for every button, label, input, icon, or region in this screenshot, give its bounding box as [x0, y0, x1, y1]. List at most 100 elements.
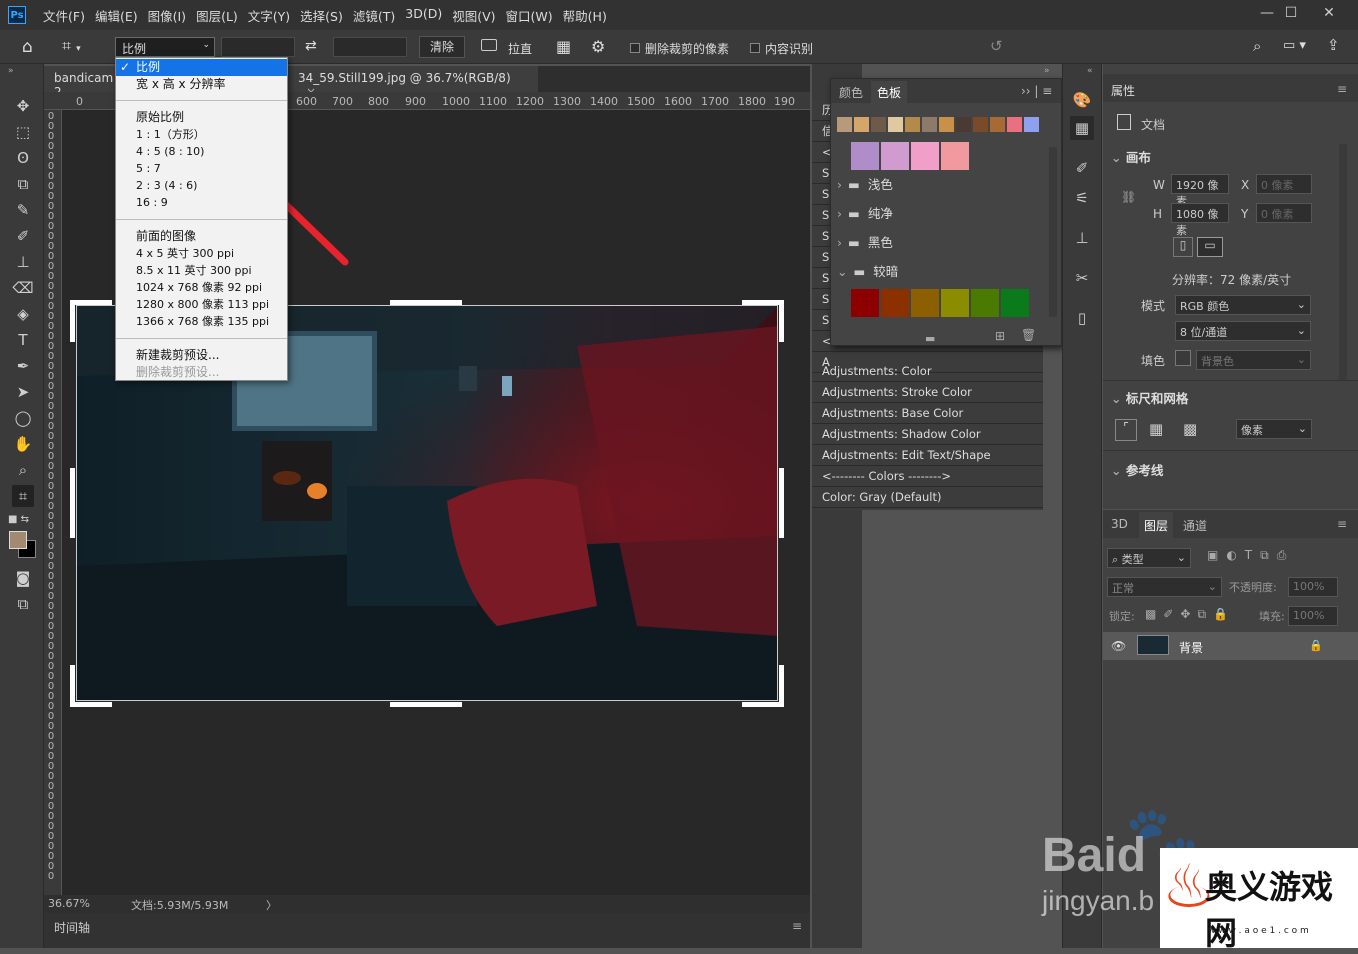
menu-item[interactable]: 图层(L) — [191, 6, 243, 25]
crop-tool-icon[interactable]: ⌗ — [12, 485, 34, 507]
path-select-tool-icon[interactable]: ➤ — [12, 381, 34, 403]
fill-select[interactable]: 背景色 ⌄ — [1196, 350, 1311, 370]
eye-icon[interactable]: 👁 — [1111, 639, 1126, 653]
timeline-tab[interactable]: 时间轴 — [54, 919, 90, 936]
menu-item[interactable]: 文件(F) — [38, 6, 90, 25]
brush-tool-icon[interactable]: ✐ — [12, 225, 34, 247]
object-select-tool-icon[interactable]: ⧉ — [12, 173, 34, 195]
depth-select[interactable]: 8 位/通道 ⌄ — [1175, 321, 1311, 341]
dropdown-item-ratio[interactable]: ✓ 比例 — [116, 59, 287, 76]
crop-handle-right[interactable] — [779, 468, 784, 538]
properties-scrollbar[interactable] — [1339, 144, 1347, 380]
properties-menu-icon[interactable]: ≡ — [1337, 82, 1347, 96]
ruler-icon[interactable]: ⌜ — [1115, 419, 1137, 441]
menu-item[interactable]: 3D(D) — [400, 6, 447, 25]
action-row[interactable]: Color: Gray (Default) — [812, 487, 1043, 508]
dropdown-item-5-7[interactable]: 5 : 7 — [116, 160, 287, 177]
swatch[interactable] — [1024, 117, 1039, 132]
crop-handle-left[interactable] — [70, 468, 75, 538]
menu-item[interactable]: 编辑(E) — [90, 6, 143, 25]
overlay-grid-icon[interactable]: ▦ — [556, 37, 571, 56]
pixel-grid-icon[interactable]: ▩ — [1183, 420, 1197, 438]
dropdown-item-original[interactable]: 原始比例 — [116, 109, 287, 126]
swatch[interactable] — [956, 117, 971, 132]
y-field[interactable]: 0 像素 — [1256, 203, 1312, 223]
type-tool-icon[interactable]: T — [12, 329, 34, 351]
stamp-tool-icon[interactable]: ⊥ — [12, 251, 34, 273]
panel-expand-icon[interactable]: ›› | ≡ — [1021, 84, 1052, 98]
delete-cropped-checkbox[interactable] — [630, 43, 640, 53]
tab-channels[interactable]: 通道 — [1183, 517, 1207, 534]
notes-icon[interactable]: ▯ — [1070, 306, 1094, 330]
crop-handle-tr[interactable] — [742, 300, 784, 305]
swatch[interactable] — [971, 289, 999, 317]
height-ratio-field[interactable] — [333, 37, 407, 57]
swatch[interactable] — [837, 117, 852, 132]
layer-name[interactable]: 背景 — [1179, 639, 1203, 656]
crop-tool-preset-icon[interactable]: ⌗ ▾ — [62, 36, 102, 58]
zoom-tool-icon[interactable]: ⌕ — [12, 459, 34, 481]
share-icon[interactable]: ⇪ — [1327, 36, 1340, 54]
chevron-icon[interactable]: › — [837, 235, 842, 250]
undo-icon[interactable]: ↺ — [990, 37, 1003, 55]
dropdown-item-4x5[interactable]: 4 x 5 英寸 300 ppi — [116, 245, 287, 262]
swatch-group[interactable]: › ▬ 浅色 — [837, 171, 1045, 199]
status-arrow-icon[interactable]: 〉 — [266, 897, 277, 913]
swatch[interactable] — [888, 117, 903, 132]
swatch-group[interactable]: ⌄ ▬ 较暗 — [837, 258, 1045, 286]
dropdown-item-whr[interactable]: 宽 x 高 x 分辨率 — [116, 76, 287, 93]
crop-handle-tl-v[interactable] — [70, 300, 75, 342]
paint-bucket-tool-icon[interactable]: ◈ — [12, 303, 34, 325]
zoom-level[interactable]: 36.67% — [48, 897, 90, 910]
gear-icon[interactable]: ⚙ — [591, 37, 605, 56]
menu-item[interactable]: 帮助(H) — [558, 6, 612, 25]
link-icon[interactable]: ⛓ — [1121, 190, 1136, 204]
clear-button[interactable]: 清除 — [419, 36, 465, 58]
marquee-tool-icon[interactable]: ⬚ — [12, 121, 34, 143]
action-row[interactable]: Adjustments: Color — [812, 361, 1043, 382]
layer-filter-select[interactable]: ⌕ 类型 ⌄ — [1107, 548, 1191, 568]
chevron-icon[interactable]: › — [837, 177, 842, 192]
crop-handle-tr-v[interactable] — [779, 300, 784, 342]
foreground-color-swatch[interactable] — [9, 531, 27, 549]
hand-tool-icon[interactable]: ✋ — [12, 433, 34, 455]
blend-mode-select[interactable]: 正常 ⌄ — [1107, 577, 1222, 597]
palette-icon[interactable]: 🎨 — [1070, 88, 1094, 112]
swatch[interactable] — [911, 142, 939, 170]
swatch-group[interactable]: › ▬ 纯净 — [837, 200, 1045, 228]
x-field[interactable]: 0 像素 — [1256, 174, 1312, 194]
tools-icon[interactable]: ✂ — [1070, 266, 1094, 290]
swatches-grid-icon[interactable]: ▦ — [1070, 116, 1094, 140]
filter-icons[interactable]: ▣◐T⧉⎙ — [1207, 548, 1294, 563]
close-button[interactable]: ✕ — [1312, 0, 1346, 26]
swatch[interactable] — [851, 142, 879, 170]
new-swatch-icon[interactable]: ⊞ — [995, 329, 1005, 343]
crop-handle-tl[interactable] — [70, 300, 112, 305]
ratio-select[interactable]: 比例 ⌄ — [115, 37, 215, 57]
swatch[interactable] — [973, 117, 988, 132]
portrait-icon[interactable]: ▯ — [1173, 237, 1193, 257]
swatches-scrollbar[interactable] — [1049, 147, 1057, 317]
swatch[interactable] — [1007, 117, 1022, 132]
dropdown-item-1366[interactable]: 1366 x 768 像素 135 ppi — [116, 313, 287, 330]
tab-color[interactable]: 颜色 — [839, 84, 863, 101]
swatch-group[interactable]: › ▬ 黑色 — [837, 229, 1045, 257]
eraser-tool-icon[interactable]: ⌫ — [12, 277, 34, 299]
adjustments-icon[interactable]: ⚟ — [1070, 186, 1094, 210]
toolbar-collapse-icon[interactable]: » — [8, 66, 14, 76]
lock-icons[interactable]: ▩✐✥⧉🔒 — [1145, 607, 1235, 622]
straighten-label[interactable]: 拉直 — [508, 40, 532, 57]
swatch[interactable] — [1001, 289, 1029, 317]
menu-item[interactable]: 窗口(W) — [501, 6, 558, 25]
menu-item[interactable]: 滤镜(T) — [348, 6, 400, 25]
menu-item[interactable]: 选择(S) — [295, 6, 348, 25]
tab-bandicam[interactable]: bandicam 2 — [44, 66, 119, 99]
crop-handle-bl[interactable] — [70, 702, 112, 707]
opacity-field[interactable]: 100% — [1288, 577, 1338, 597]
swatch[interactable] — [881, 142, 909, 170]
quick-mask-icon[interactable]: ◙ — [12, 567, 34, 589]
brush-settings-icon[interactable]: ✐ — [1070, 156, 1094, 180]
screen-mode-icon[interactable]: ⧉ — [12, 593, 34, 615]
width-ratio-field[interactable] — [221, 37, 295, 57]
swatch[interactable] — [871, 117, 886, 132]
